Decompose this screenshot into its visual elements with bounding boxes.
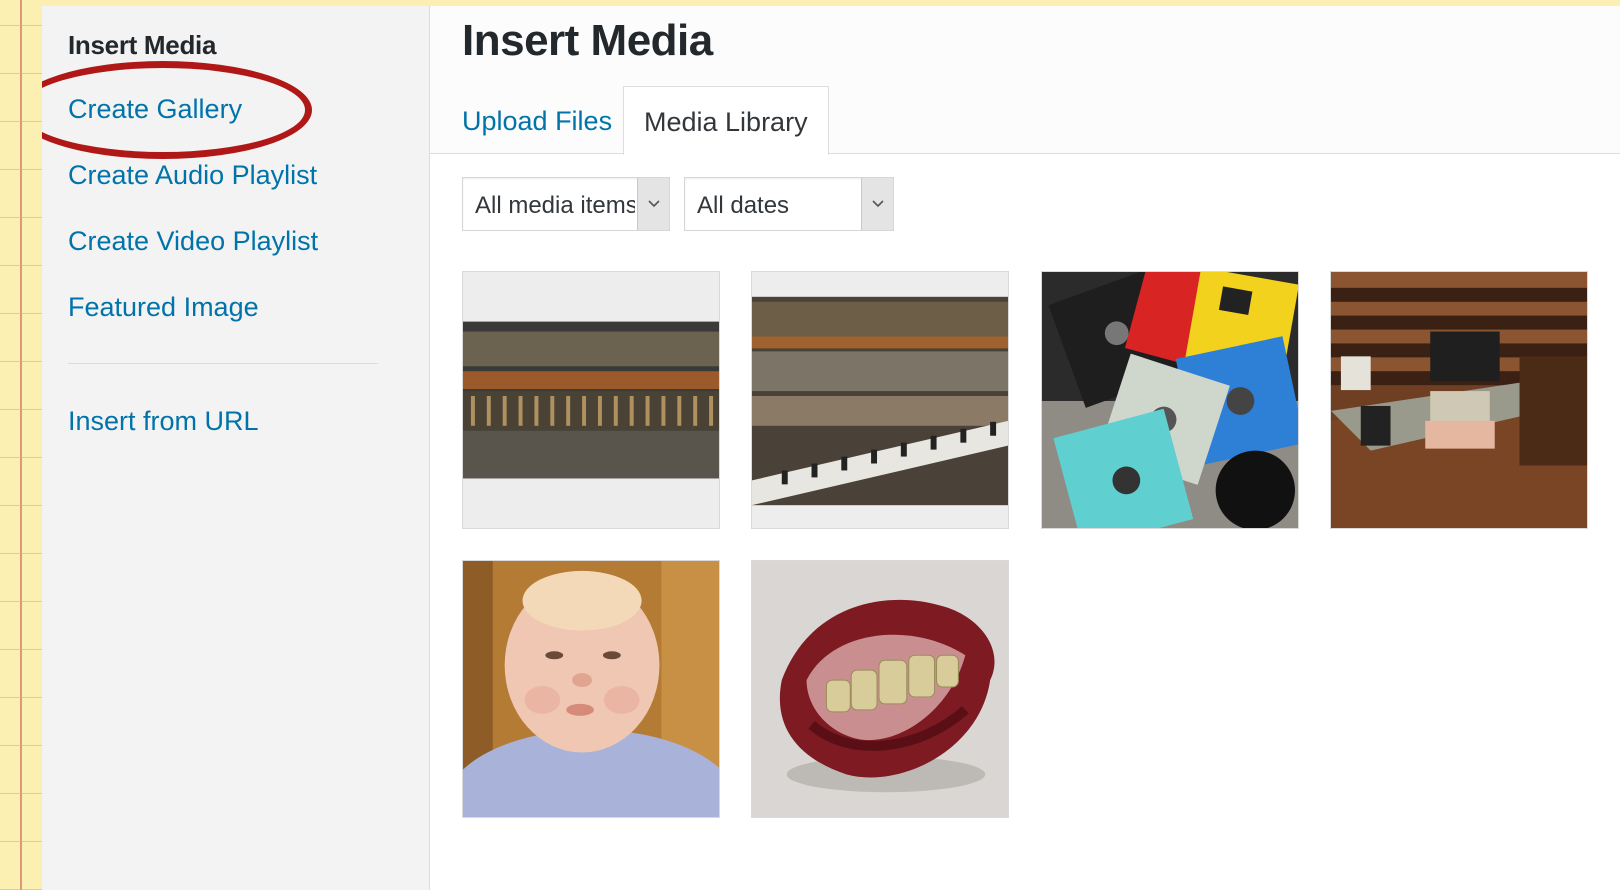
- tab-media-library[interactable]: Media Library: [623, 86, 829, 155]
- insert-from-url-link[interactable]: Insert from URL: [68, 406, 259, 437]
- create-video-playlist-link[interactable]: Create Video Playlist: [68, 226, 318, 257]
- media-thumbnail-piano-hammers[interactable]: [462, 271, 720, 529]
- media-content: Insert Media Upload Files Media Library …: [430, 6, 1620, 890]
- tab-upload-files[interactable]: Upload Files: [442, 86, 632, 155]
- insert-media-modal: Insert Media Create Gallery Create Audio…: [42, 6, 1620, 890]
- page-title: Insert Media: [462, 16, 713, 65]
- create-gallery-link[interactable]: Create Gallery: [68, 94, 242, 125]
- chevron-down-icon: [637, 178, 669, 230]
- media-sidebar: Insert Media Create Gallery Create Audio…: [42, 6, 430, 890]
- media-thumbnail-piano-keyboard[interactable]: [751, 271, 1009, 529]
- media-thumbnail-wax-lips[interactable]: [751, 560, 1009, 818]
- media-thumbnail-baby[interactable]: [462, 560, 720, 818]
- sidebar-title: Insert Media: [68, 30, 217, 60]
- sidebar-divider: [68, 363, 378, 364]
- media-type-filter[interactable]: All media items: [462, 177, 670, 231]
- featured-image-link[interactable]: Featured Image: [68, 292, 259, 323]
- media-thumbnail-floppy-disks[interactable]: [1041, 271, 1299, 529]
- media-thumbnail-antique-desk[interactable]: [1330, 271, 1588, 529]
- media-type-filter-value: All media items: [475, 192, 635, 219]
- date-filter[interactable]: All dates: [684, 177, 894, 231]
- date-filter-value: All dates: [697, 192, 790, 219]
- create-audio-playlist-link[interactable]: Create Audio Playlist: [68, 160, 317, 191]
- chevron-down-icon: [861, 178, 893, 230]
- modal-header: Insert Media Upload Files Media Library: [430, 6, 1620, 155]
